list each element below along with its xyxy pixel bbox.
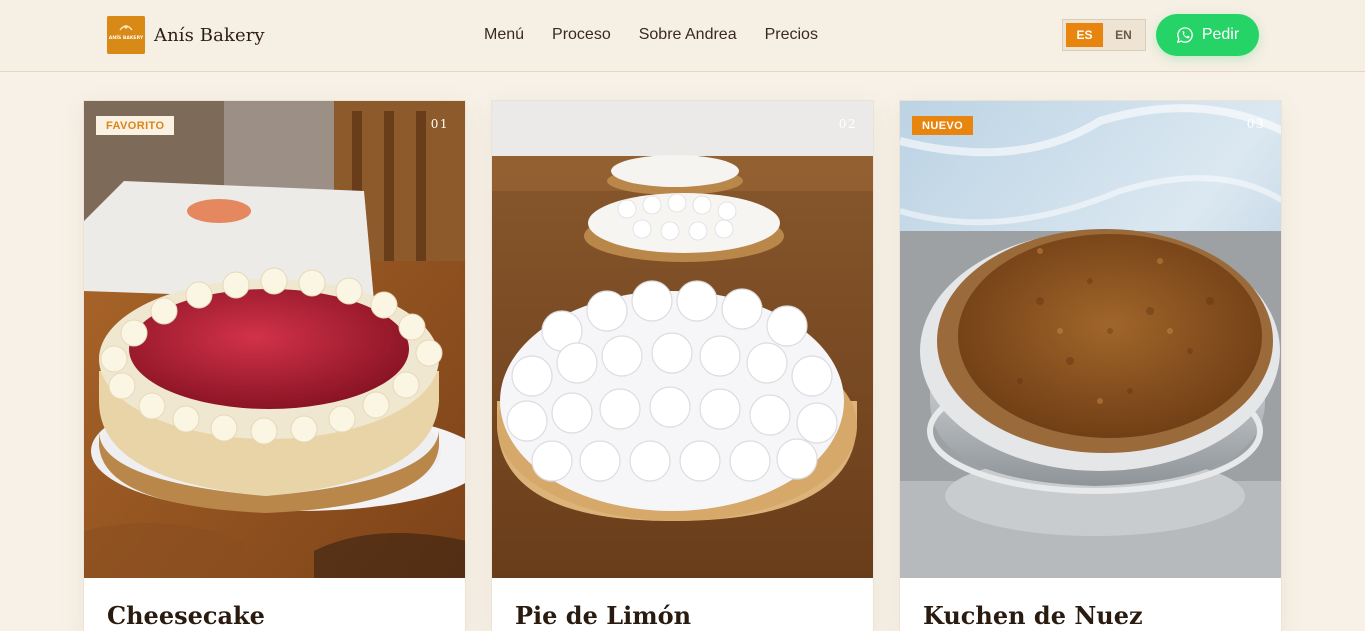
- card-number: 01: [430, 117, 449, 131]
- main-nav: Menú Proceso Sobre Andrea Precios: [484, 26, 818, 44]
- product-card-cheesecake[interactable]: FAVORITO 01 Cheesecake: [83, 100, 466, 631]
- product-title: Pie de Limón: [515, 601, 692, 630]
- lemon-pie-photo: [492, 101, 873, 578]
- nav-link-sobre-andrea[interactable]: Sobre Andrea: [639, 26, 737, 44]
- product-title: Cheesecake: [107, 601, 265, 630]
- navbar: ANÍS BAKERY Anís Bakery Menú Proceso Sob…: [0, 0, 1365, 72]
- product-card-kuchen-de-nuez[interactable]: NUEVO 03 Kuchen de Nuez: [899, 100, 1282, 631]
- card-number: 02: [838, 117, 857, 131]
- card-number: 03: [1246, 117, 1265, 131]
- order-whatsapp-button[interactable]: Pedir: [1156, 14, 1259, 56]
- cheesecake-photo: [84, 101, 465, 578]
- language-switch: ES EN: [1062, 19, 1146, 51]
- brand-home-link[interactable]: ANÍS BAKERY Anís Bakery: [107, 16, 265, 54]
- lang-es-button[interactable]: ES: [1066, 23, 1103, 47]
- nav-link-proceso[interactable]: Proceso: [552, 26, 611, 44]
- badge-favorito: FAVORITO: [96, 116, 175, 135]
- product-title: Kuchen de Nuez: [923, 601, 1143, 630]
- order-button-label: Pedir: [1201, 26, 1240, 43]
- brand-logo: ANÍS BAKERY: [107, 16, 145, 54]
- product-card-pie-de-limon[interactable]: 02 Pie de Limón: [491, 100, 874, 631]
- nav-link-precios[interactable]: Precios: [765, 26, 818, 44]
- badge-nuevo: NUEVO: [912, 116, 974, 135]
- walnut-kuchen-photo: [900, 101, 1281, 578]
- nav-link-menu[interactable]: Menú: [484, 26, 524, 44]
- whatsapp-icon: [1176, 27, 1193, 44]
- lang-en-button[interactable]: EN: [1105, 23, 1142, 47]
- brand-name: Anís Bakery: [154, 24, 265, 46]
